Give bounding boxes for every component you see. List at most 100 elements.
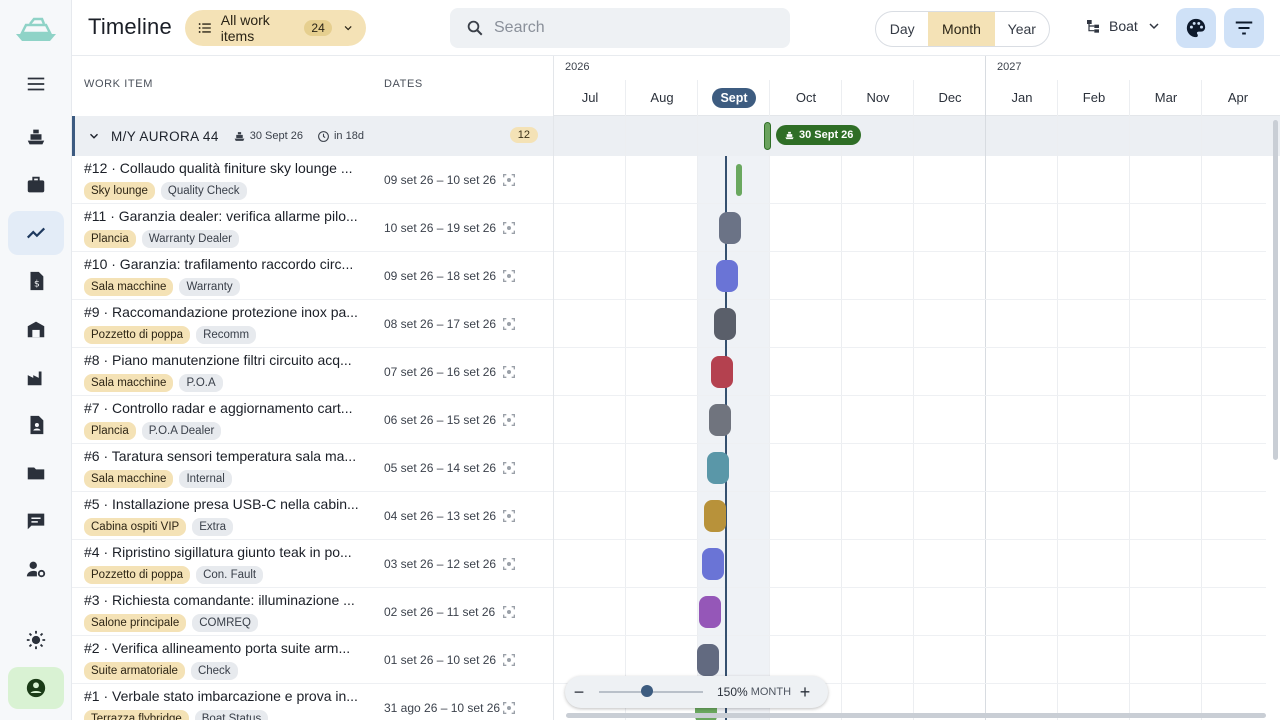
work-item-bar[interactable] [713, 308, 736, 340]
chevron-down-icon[interactable] [87, 129, 101, 143]
table-row[interactable]: #10 · Garanzia: trafilamento raccordo ci… [72, 252, 553, 300]
warehouse-icon[interactable] [8, 307, 64, 351]
date-range: 09 set 26 – 10 set 26 [384, 173, 497, 187]
chat-icon[interactable] [8, 499, 64, 543]
work-item-title[interactable]: #8 · Piano manutenzione filtri circuito … [84, 352, 359, 368]
briefcase-icon[interactable] [8, 163, 64, 207]
work-item-bar[interactable] [697, 644, 719, 676]
work-item-title[interactable]: #5 · Installazione presa USB-C nella cab… [84, 496, 359, 512]
focus-target-icon[interactable] [501, 604, 517, 620]
table-row[interactable]: #5 · Installazione presa USB-C nella cab… [72, 492, 553, 540]
location-tag: Sala macchine [84, 470, 174, 488]
work-item-title[interactable]: #2 · Verifica allineamento porta suite a… [84, 640, 359, 656]
focus-target-icon[interactable] [501, 652, 517, 668]
work-item-title[interactable]: #9 · Raccomandazione protezione inox pa.… [84, 304, 359, 320]
focus-target-icon[interactable] [501, 268, 517, 284]
view-month-button[interactable]: Month [928, 12, 995, 46]
zoom-out-button[interactable]: − [565, 682, 593, 703]
zoom-slider-handle[interactable] [641, 685, 653, 697]
tag-list: Suite armatoriale Check [84, 662, 238, 680]
contact-file-icon[interactable] [8, 403, 64, 447]
view-day-button[interactable]: Day [876, 12, 928, 46]
row-gridline [554, 203, 1266, 204]
work-item-title[interactable]: #10 · Garanzia: trafilamento raccordo ci… [84, 256, 359, 272]
user-settings-icon[interactable] [8, 547, 64, 591]
work-item-bar[interactable] [699, 596, 722, 628]
delivery-milestone[interactable]: 30 Sept 26 [776, 125, 862, 145]
work-item-bar[interactable] [711, 356, 734, 388]
row-gridline [554, 347, 1266, 348]
work-item-title[interactable]: #1 · Verbale stato imbarcazione e prova … [84, 688, 359, 704]
table-row[interactable]: #1 · Verbale stato imbarcazione e prova … [72, 684, 553, 720]
row-gridline [554, 395, 1266, 396]
theme-sun-icon[interactable] [8, 618, 64, 662]
table-row[interactable]: #3 · Richiesta comandante: illuminazione… [72, 588, 553, 636]
ship-icon[interactable] [8, 115, 64, 159]
invoice-icon[interactable]: $ [8, 259, 64, 303]
work-item-bar[interactable] [716, 260, 739, 292]
filter-button[interactable] [1224, 8, 1264, 48]
vertical-scrollbar[interactable] [1273, 120, 1278, 460]
boat-group-row[interactable]: M/Y AURORA 44 30 Sept 26 in 18d 12 [72, 116, 553, 156]
boat-logo-icon[interactable] [12, 14, 60, 44]
chevron-down-icon [344, 26, 352, 31]
table-row[interactable]: #2 · Verifica allineamento porta suite a… [72, 636, 553, 684]
work-item-title[interactable]: #3 · Richiesta comandante: illuminazione… [84, 592, 359, 608]
month-name: Nov [866, 90, 890, 105]
date-range: 08 set 26 – 17 set 26 [384, 317, 497, 331]
zoom-percent: 150% [717, 685, 748, 699]
category-tag: Warranty [179, 278, 240, 296]
focus-target-icon[interactable] [501, 508, 517, 524]
palette-button[interactable] [1176, 8, 1216, 48]
focus-target-icon[interactable] [501, 700, 517, 716]
zoom-slider[interactable] [599, 685, 703, 697]
work-item-bar[interactable] [706, 452, 729, 484]
table-row[interactable]: #4 · Ripristino sigillatura giunto teak … [72, 540, 553, 588]
timeline-icon[interactable] [8, 211, 64, 255]
factory-icon[interactable] [8, 355, 64, 399]
ship-icon [234, 131, 245, 141]
horizontal-scrollbar[interactable] [566, 713, 1266, 718]
focus-target-icon[interactable] [501, 556, 517, 572]
month-name: Jan [1011, 90, 1033, 105]
search-box[interactable] [450, 8, 790, 48]
work-items-filter-button[interactable]: All work items 24 [185, 10, 366, 46]
focus-target-icon[interactable] [501, 172, 517, 188]
year-label: 2026 [565, 61, 590, 73]
table-row[interactable]: #6 · Taratura sensori temperatura sala m… [72, 444, 553, 492]
folder-icon[interactable] [8, 451, 64, 495]
month-label: Feb [1058, 90, 1130, 105]
work-item-bar[interactable] [701, 548, 724, 580]
work-item-title[interactable]: #4 · Ripristino sigillatura giunto teak … [84, 544, 359, 560]
work-item-title[interactable]: #11 · Garanzia dealer: verifica allarme … [84, 208, 359, 224]
focus-target-icon[interactable] [501, 316, 517, 332]
search-input[interactable] [494, 19, 774, 37]
group-by-select[interactable]: Boat [1085, 18, 1162, 34]
location-tag: Salone principale [84, 614, 187, 632]
milestone-marker[interactable] [764, 122, 771, 150]
svg-text:$: $ [34, 279, 40, 290]
table-row[interactable]: #9 · Raccomandazione protezione inox pa.… [72, 300, 553, 348]
focus-target-icon[interactable] [501, 412, 517, 428]
zoom-in-button[interactable]: + [791, 682, 819, 703]
view-year-button[interactable]: Year [995, 12, 1049, 46]
work-item-bar[interactable] [718, 212, 741, 244]
table-row[interactable]: #12 · Collaudo qualità finiture sky loun… [72, 156, 553, 204]
table-row[interactable]: #11 · Garanzia dealer: verifica allarme … [72, 204, 553, 252]
work-item-bar[interactable] [736, 164, 743, 196]
current-month-label: Sept [698, 88, 770, 108]
work-item-title[interactable]: #7 · Controllo radar e aggiornamento car… [84, 400, 359, 416]
tag-list: Cabina ospiti VIP Extra [84, 518, 234, 536]
focus-target-icon[interactable] [501, 364, 517, 380]
menu-icon[interactable] [8, 62, 64, 106]
work-item-title[interactable]: #6 · Taratura sensori temperatura sala m… [84, 448, 359, 464]
focus-target-icon[interactable] [501, 460, 517, 476]
table-row[interactable]: #8 · Piano manutenzione filtri circuito … [72, 348, 553, 396]
work-item-bar[interactable] [709, 404, 731, 436]
focus-target-icon[interactable] [501, 220, 517, 236]
tag-list: Plancia P.O.A Dealer [84, 422, 222, 440]
work-item-title[interactable]: #12 · Collaudo qualità finiture sky loun… [84, 160, 359, 176]
table-row[interactable]: #7 · Controllo radar e aggiornamento car… [72, 396, 553, 444]
account-icon[interactable] [8, 667, 64, 709]
work-item-bar[interactable] [704, 500, 727, 532]
